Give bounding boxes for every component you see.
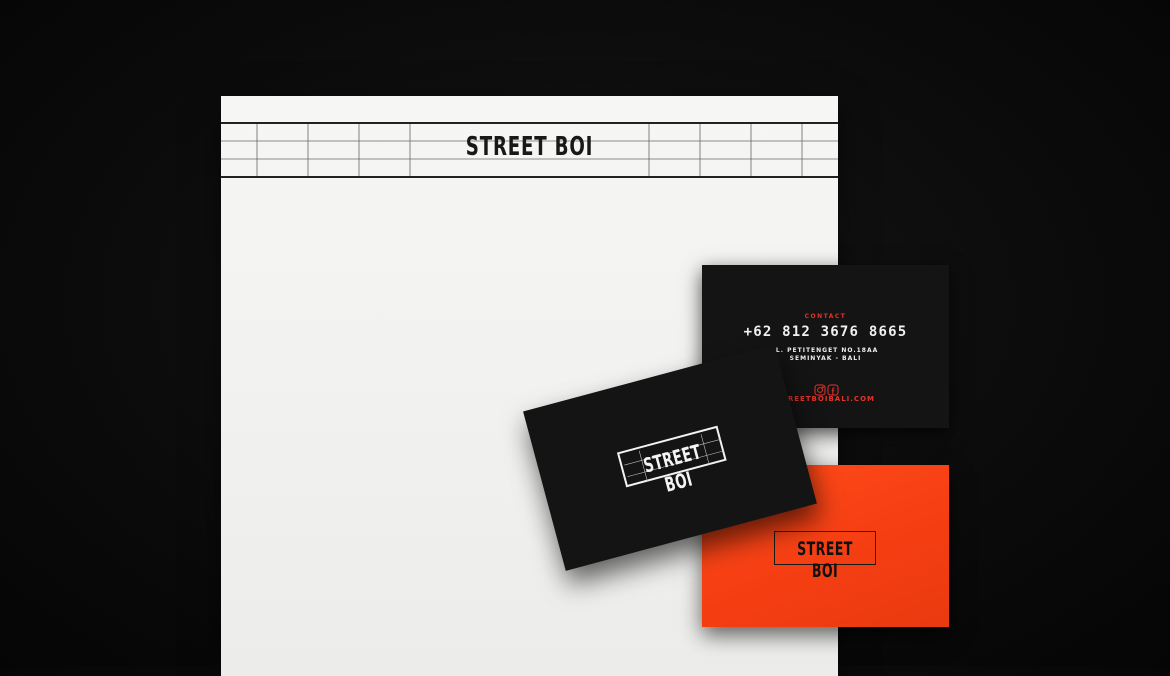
orange-card-logo: STREET BOI bbox=[797, 538, 853, 582]
social-icons bbox=[814, 381, 840, 396]
instagram-icon bbox=[814, 384, 826, 396]
contact-label: CONTACT bbox=[804, 313, 847, 320]
letterhead-logo: STREET BOI bbox=[465, 132, 594, 162]
phone-number: +62 812 3676 8665 bbox=[743, 324, 908, 340]
orange-card-logo-box: STREET BOI bbox=[774, 531, 876, 582]
front-card-logo-box: STREET BOI bbox=[616, 425, 727, 497]
stationery-mockup-scene: STREET BOI CONTACT +62 812 3676 8665 JL.… bbox=[0, 0, 1170, 676]
facebook-icon bbox=[827, 384, 839, 396]
letterhead-grid-band: STREET BOI bbox=[221, 122, 838, 178]
